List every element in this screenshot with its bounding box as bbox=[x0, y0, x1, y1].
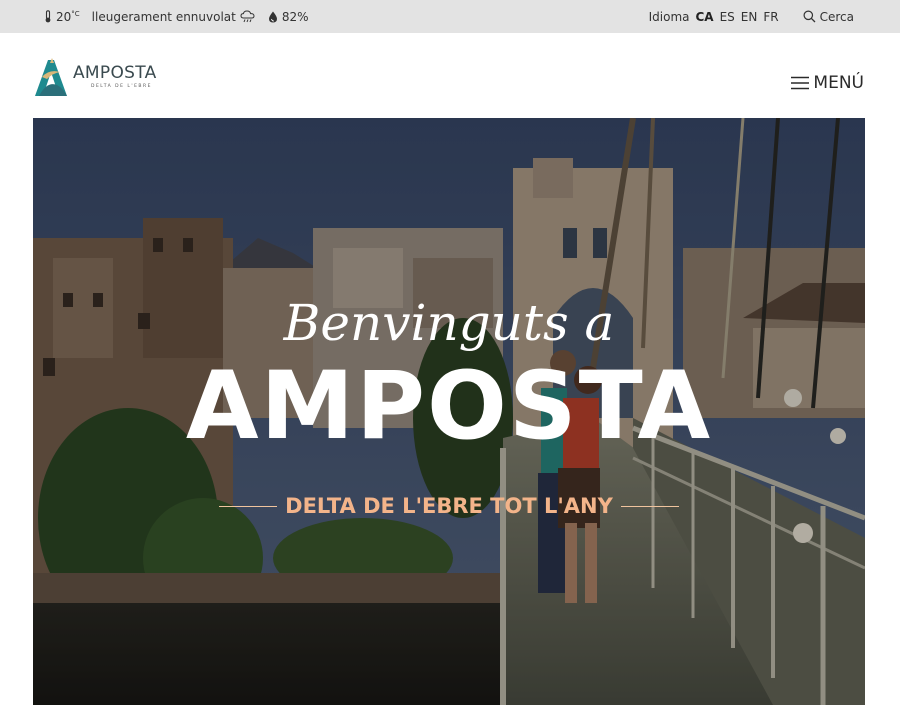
search-label: Cerca bbox=[819, 9, 854, 24]
hero-banner: Benvinguts a AMPOSTA DELTA DE L'EBRE TOT… bbox=[33, 118, 865, 705]
top-utility-bar: 20°C lleugerament ennuvolat 82% Idioma C… bbox=[0, 0, 900, 33]
thermometer-icon bbox=[44, 10, 52, 23]
logo-subtitle: DELTA DE L'EBRE bbox=[91, 83, 152, 89]
logo-name: AMPOSTA bbox=[73, 62, 157, 83]
humidity-value: 82% bbox=[281, 9, 309, 24]
lang-en[interactable]: EN bbox=[741, 10, 758, 24]
lang-ca[interactable]: CA bbox=[696, 10, 714, 24]
site-logo[interactable]: AMPOSTA DELTA DE L'EBRE bbox=[33, 55, 163, 97]
hero-welcome: Benvinguts a bbox=[283, 294, 615, 352]
search-icon bbox=[803, 10, 816, 23]
hamburger-icon bbox=[791, 76, 810, 90]
drop-icon bbox=[268, 11, 278, 23]
hero-title: AMPOSTA bbox=[185, 352, 713, 461]
divider-line-right bbox=[620, 505, 679, 507]
lang-es[interactable]: ES bbox=[720, 10, 735, 24]
language-label: Idioma bbox=[648, 9, 690, 24]
menu-label: MENÚ bbox=[813, 73, 864, 93]
menu-button[interactable]: MENÚ bbox=[791, 73, 864, 93]
search-button[interactable]: Cerca bbox=[803, 10, 854, 24]
logo-text: AMPOSTA DELTA DE L'EBRE bbox=[73, 64, 157, 89]
site-header: AMPOSTA DELTA DE L'EBRE MENÚ bbox=[0, 33, 900, 118]
lang-fr[interactable]: FR bbox=[763, 10, 778, 24]
hero-subtitle-row: DELTA DE L'EBRE TOT L'ANY bbox=[33, 494, 865, 518]
cloud-rain-icon bbox=[240, 10, 256, 23]
logo-mark-icon bbox=[33, 55, 69, 97]
divider-line-left bbox=[219, 505, 278, 507]
weather-description: lleugerament ennuvolat bbox=[91, 9, 236, 24]
temperature-value: 20°C bbox=[56, 9, 80, 24]
topbar-right: Idioma CA ES EN FR Cerca bbox=[649, 0, 854, 33]
weather-widget: 20°C lleugerament ennuvolat 82% bbox=[44, 0, 309, 33]
hero-subtitle: DELTA DE L'EBRE TOT L'ANY bbox=[285, 494, 613, 518]
